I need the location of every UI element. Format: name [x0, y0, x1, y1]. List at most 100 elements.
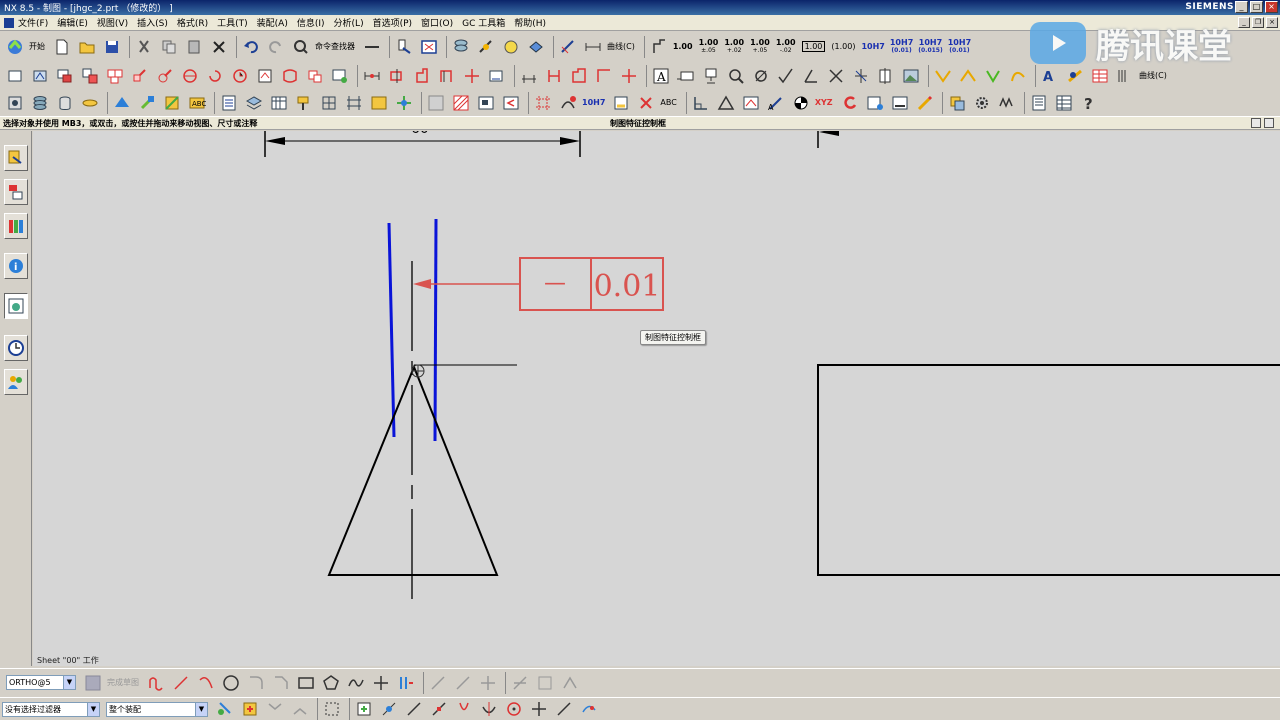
chamfer-icon[interactable] — [270, 672, 292, 694]
quick-extend-icon[interactable] — [452, 672, 474, 694]
spreadsheet-icon[interactable] — [1053, 92, 1075, 114]
undo-icon[interactable] — [240, 36, 262, 58]
copy-icon[interactable] — [158, 36, 180, 58]
assembly-navigator-tab[interactable] — [4, 179, 28, 205]
horizontal-dimension-icon[interactable] — [582, 36, 604, 58]
view-boundary-icon[interactable] — [304, 65, 326, 87]
fit-format-4[interactable]: 10H7 (0.01) — [948, 38, 971, 55]
sheet-template-icon[interactable] — [218, 92, 240, 114]
hatch-pattern-icon[interactable] — [450, 92, 472, 114]
cue-restore-icon[interactable] — [1251, 118, 1261, 128]
preferences-icon[interactable] — [4, 92, 26, 114]
datum-feature-symbol-icon[interactable] — [700, 65, 722, 87]
crosshair-icon[interactable] — [618, 65, 640, 87]
basic-dimension-button[interactable]: 1.00 — [801, 41, 826, 52]
layer-settings-icon[interactable] — [450, 36, 472, 58]
thickness-dimension-icon[interactable] — [436, 65, 458, 87]
right-dimension-fragment[interactable] — [817, 131, 839, 148]
snap-arc-center-icon[interactable] — [503, 698, 525, 720]
revolved-section-icon[interactable] — [204, 65, 226, 87]
chamfer-dimension-icon[interactable] — [411, 65, 433, 87]
make-corner-icon[interactable] — [477, 672, 499, 694]
fit-symbol-button[interactable]: 10H7 — [582, 98, 605, 107]
break-out-section-icon[interactable] — [254, 65, 276, 87]
menu-information[interactable]: 信息(I) — [297, 16, 325, 29]
finish-sketch-button[interactable]: 完成草图 — [107, 677, 139, 688]
broken-view-icon[interactable] — [229, 65, 251, 87]
feature-selection-icon[interactable] — [264, 698, 286, 720]
snap-control-point-icon[interactable] — [428, 698, 450, 720]
stack-icon[interactable] — [243, 92, 265, 114]
cut-icon[interactable] — [133, 36, 155, 58]
menu-assembly[interactable]: 装配(A) — [257, 16, 288, 29]
scope-selector[interactable]: 整个装配 ▼ — [106, 701, 208, 717]
command-finder-icon[interactable] — [290, 36, 312, 58]
line-icon[interactable] — [170, 672, 192, 694]
refresh-icon[interactable] — [839, 92, 861, 114]
horizontal-dimension[interactable]: 60 — [264, 131, 581, 157]
vector-icon[interactable]: A — [765, 92, 787, 114]
highlighted-edge-right[interactable] — [433, 218, 438, 442]
symbol-icon[interactable] — [557, 92, 579, 114]
projected-view-icon[interactable] — [79, 65, 101, 87]
fit-view-icon[interactable] — [418, 36, 440, 58]
roles-tab[interactable] — [4, 369, 28, 395]
section-symbol-icon[interactable] — [790, 92, 812, 114]
reuse-library-tab[interactable] — [4, 213, 28, 239]
view-selector[interactable]: ORTHO@5 ▼ — [6, 675, 76, 690]
remove-icon[interactable] — [635, 92, 657, 114]
tolerance-format-1[interactable]: 1.00 — [673, 42, 693, 51]
menu-preferences[interactable]: 首选项(P) — [373, 16, 412, 29]
dimension-edit-icon[interactable] — [593, 65, 615, 87]
half-section-icon[interactable] — [179, 65, 201, 87]
intersection-symbol-icon[interactable] — [825, 65, 847, 87]
menu-file[interactable]: 文件(F) — [18, 16, 48, 29]
text-options-icon[interactable]: ABC — [186, 92, 208, 114]
section-line-icon[interactable] — [129, 65, 151, 87]
grid-icon[interactable] — [318, 92, 340, 114]
wave-icon[interactable] — [996, 92, 1018, 114]
polygon-icon[interactable] — [320, 672, 342, 694]
table-cell-icon[interactable] — [690, 92, 712, 114]
tolerance-format-2[interactable]: 1.00 ±.05 — [699, 38, 719, 55]
profile-icon[interactable] — [145, 672, 167, 694]
feature-control-frame-icon[interactable] — [675, 65, 697, 87]
ordinate-grid-icon[interactable] — [532, 92, 554, 114]
paste-icon[interactable] — [183, 36, 205, 58]
help-icon[interactable]: ? — [1078, 92, 1100, 114]
circle-icon[interactable] — [220, 672, 242, 694]
surface-finish-icon[interactable] — [775, 65, 797, 87]
drawing-sheet[interactable]: 60 — 0.01 — [33, 131, 1280, 666]
new-file-icon[interactable] — [51, 36, 73, 58]
pencil-edit-icon[interactable] — [914, 92, 936, 114]
hatch-icon[interactable] — [932, 65, 954, 87]
fit-format-1[interactable]: 10H7 — [861, 42, 884, 51]
triangle-icon[interactable] — [715, 92, 737, 114]
report-icon[interactable] — [1028, 92, 1050, 114]
minimize-button[interactable]: _ — [1235, 1, 1248, 13]
open-folder-icon[interactable] — [76, 36, 98, 58]
image-icon[interactable] — [900, 65, 922, 87]
target-point-icon[interactable] — [750, 65, 772, 87]
redo-icon[interactable] — [265, 36, 287, 58]
arc-length-icon[interactable] — [461, 65, 483, 87]
area-fill-icon[interactable] — [957, 65, 979, 87]
hd3d-tools-tab[interactable]: i — [4, 253, 28, 279]
menu-analysis[interactable]: 分析(L) — [334, 16, 364, 29]
ordinate-icon[interactable] — [648, 36, 670, 58]
snap-endpoint-icon[interactable] — [353, 698, 375, 720]
side-view-rectangle[interactable] — [817, 364, 1280, 576]
assembly-icon[interactable] — [111, 92, 133, 114]
menu-view[interactable]: 视图(V) — [97, 16, 128, 29]
snap-point-on-curve-icon[interactable] — [578, 698, 600, 720]
hole-table-icon[interactable] — [343, 92, 365, 114]
center-mark-icon[interactable] — [875, 65, 897, 87]
detail-view-icon[interactable] — [104, 65, 126, 87]
offset-curve-icon[interactable] — [395, 672, 417, 694]
general-selection-icon[interactable] — [214, 698, 236, 720]
zoom-icon[interactable] — [725, 65, 747, 87]
delete-icon[interactable] — [208, 36, 230, 58]
arc-icon[interactable] — [195, 672, 217, 694]
horizontal-chain-icon[interactable] — [518, 65, 540, 87]
point-icon[interactable] — [370, 672, 392, 694]
